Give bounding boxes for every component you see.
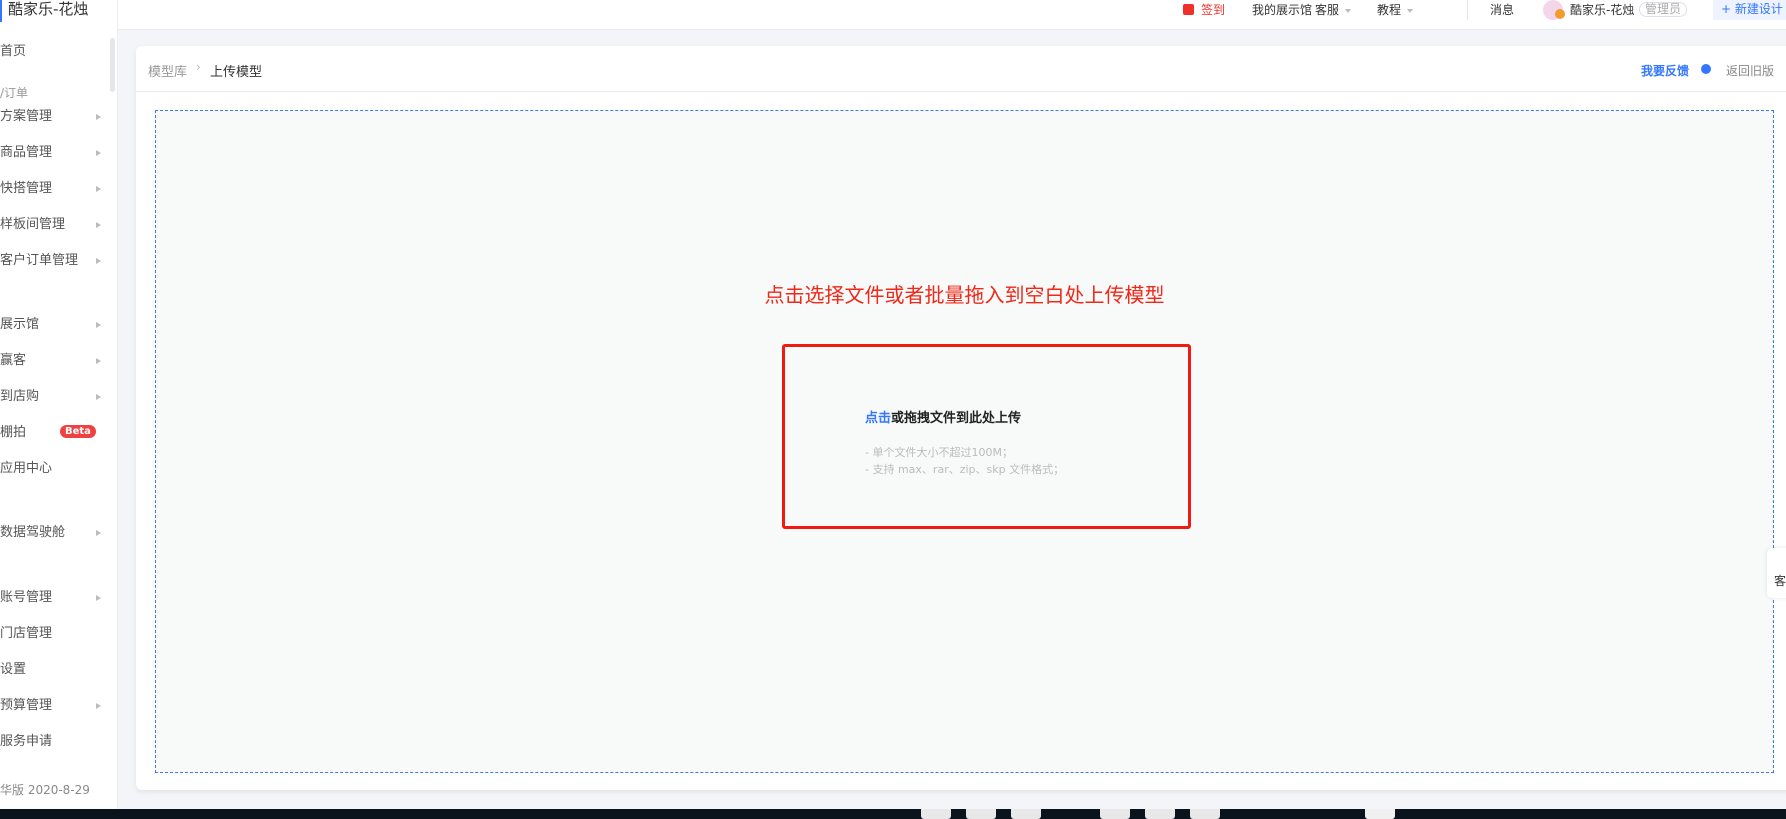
sidebar-item-studio[interactable]: 棚拍 xyxy=(0,425,26,441)
caret-right-icon xyxy=(96,114,101,120)
upload-card: 模型库 › 上传模型 我要反馈 返回旧版 点击选择文件或者批量拖入到空白处上传模… xyxy=(136,46,1786,790)
sidebar: 酷家乐-花烛 首页 /订单 方案管理 商品管理 快搭管理 样板间管理 客户订单管… xyxy=(0,0,118,809)
sidebar-item-data-cockpit[interactable]: 数据驾驶舱 xyxy=(0,525,65,541)
vip-badge-icon xyxy=(1555,9,1565,19)
sidebar-item-home[interactable]: 首页 xyxy=(0,44,26,60)
size-hint: - 单个文件大小不超过100M； xyxy=(865,446,1013,459)
sidebar-section-order: /订单 xyxy=(0,86,29,100)
caret-right-icon xyxy=(96,595,101,601)
card-header: 模型库 › 上传模型 我要反馈 返回旧版 xyxy=(136,46,1786,92)
checkin-button[interactable]: 签到 xyxy=(1201,1,1225,19)
messages-link[interactable]: 消息 xyxy=(1490,1,1514,19)
taskbar-app-icon[interactable] xyxy=(1145,809,1175,819)
sidebar-item-winguest[interactable]: 赢客 xyxy=(0,353,26,369)
drag-text: 或拖拽文件到此处上传 xyxy=(891,411,1022,426)
sidebar-item-budget[interactable]: 预算管理 xyxy=(0,698,52,714)
caret-right-icon xyxy=(96,530,101,536)
caret-down-icon xyxy=(1407,8,1414,13)
sidebar-scrollbar[interactable] xyxy=(110,38,115,92)
drop-zone[interactable]: 点击选择文件或者批量拖入到空白处上传模型 点击或拖拽文件到此处上传 - 单个文件… xyxy=(155,110,1774,773)
chevron-right-icon: › xyxy=(196,60,201,74)
caret-right-icon xyxy=(96,222,101,228)
beta-badge: Beta xyxy=(60,425,96,438)
os-taskbar xyxy=(0,809,1786,819)
sidebar-item-app-center[interactable]: 应用中心 xyxy=(0,461,52,477)
topbar xyxy=(118,0,1786,30)
taskbar-app-icon[interactable] xyxy=(1190,809,1220,819)
sidebar-item-plans[interactable]: 方案管理 xyxy=(0,109,52,125)
service-menu[interactable]: 客服 xyxy=(1315,1,1352,19)
taskbar-app-icon[interactable] xyxy=(966,809,996,819)
taskbar-app-icon[interactable] xyxy=(1011,809,1041,819)
divider xyxy=(1467,0,1468,20)
caret-right-icon xyxy=(96,186,101,192)
caret-right-icon xyxy=(96,322,101,328)
my-showroom-link[interactable]: 我的展示馆 xyxy=(1252,1,1312,19)
version-footer: 华版 2020-8-29 xyxy=(0,780,117,809)
upload-box[interactable]: 点击或拖拽文件到此处上传 - 单个文件大小不超过100M； - 支持 max、r… xyxy=(782,344,1191,529)
username[interactable]: 酷家乐-花烛 xyxy=(1570,1,1634,19)
new-design-label: 新建设计 xyxy=(1734,2,1783,16)
checkin-icon xyxy=(1183,4,1194,15)
format-hint: - 支持 max、rar、zip、skp 文件格式； xyxy=(865,463,1065,476)
sidebar-item-samples[interactable]: 样板间管理 xyxy=(0,217,65,233)
caret-right-icon xyxy=(96,150,101,156)
sidebar-item-settings[interactable]: 设置 xyxy=(0,662,26,678)
sidebar-item-products[interactable]: 商品管理 xyxy=(0,145,52,161)
breadcrumb-root[interactable]: 模型库 xyxy=(148,61,187,80)
sidebar-item-quick[interactable]: 快搭管理 xyxy=(0,181,52,197)
upload-headline: 点击选择文件或者批量拖入到空白处上传模型 xyxy=(764,283,1165,307)
float-label: 客 xyxy=(1774,574,1786,588)
caret-right-icon xyxy=(96,358,101,364)
old-version-link[interactable]: 返回旧版 xyxy=(1726,62,1774,79)
tutorial-label: 教程 xyxy=(1377,3,1402,17)
new-design-button[interactable]: + 新建设计 xyxy=(1713,0,1786,20)
sidebar-item-stores[interactable]: 门店管理 xyxy=(0,626,52,642)
caret-right-icon xyxy=(96,703,101,709)
brand-name: 酷家乐-花烛 xyxy=(0,0,88,22)
tutorial-menu[interactable]: 教程 xyxy=(1377,1,1414,19)
taskbar-app-icon[interactable] xyxy=(1100,809,1130,819)
breadcrumb-current: 上传模型 xyxy=(210,65,263,80)
smile-icon xyxy=(1701,64,1711,74)
taskbar-app-icon[interactable] xyxy=(1365,809,1395,819)
sidebar-item-service-request[interactable]: 服务申请 xyxy=(0,734,52,750)
feedback-link[interactable]: 我要反馈 xyxy=(1641,62,1689,79)
click-upload-link[interactable]: 点击 xyxy=(865,411,891,426)
caret-right-icon xyxy=(96,394,101,400)
service-label: 客服 xyxy=(1315,3,1340,17)
taskbar-app-icon[interactable] xyxy=(921,809,951,819)
sidebar-item-showroom[interactable]: 展示馆 xyxy=(0,317,39,333)
role-badge: 管理员 xyxy=(1639,2,1688,17)
sidebar-item-store-buy[interactable]: 到店购 xyxy=(0,389,39,405)
caret-down-icon xyxy=(1345,8,1352,13)
sidebar-item-accounts[interactable]: 账号管理 xyxy=(0,590,52,606)
sidebar-item-customer-orders[interactable]: 客户订单管理 xyxy=(0,253,78,269)
customer-service-float[interactable]: 客 xyxy=(1767,548,1786,598)
caret-right-icon xyxy=(96,258,101,264)
plus-icon: + xyxy=(1721,2,1735,16)
